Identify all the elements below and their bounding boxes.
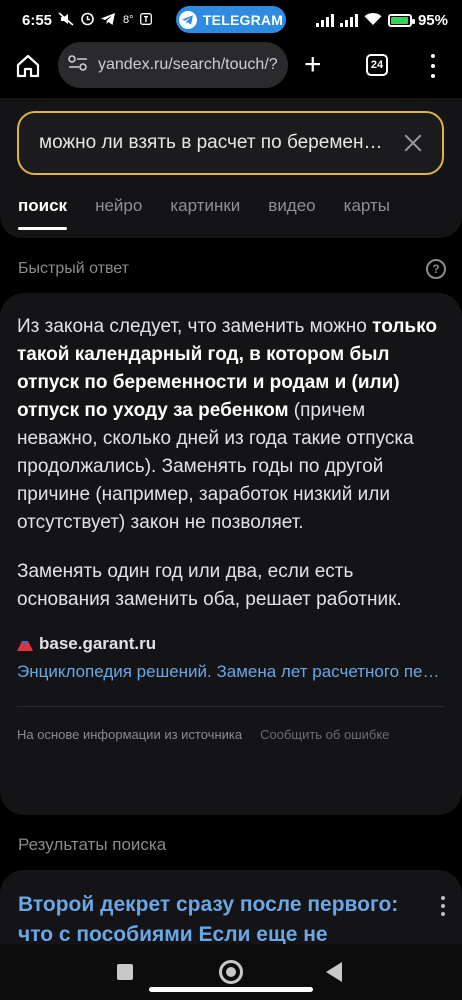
report-error-link[interactable]: Сообщить об ошибке <box>260 727 389 742</box>
site-settings-icon[interactable] <box>68 54 88 77</box>
search-header: можно ли взять в расчет по беременности … <box>0 98 462 238</box>
telegram-pill-label: TELEGRAM <box>202 11 284 28</box>
telegram-call-pill[interactable]: TELEGRAM <box>176 6 286 33</box>
divider <box>17 706 445 707</box>
quick-answer-card: Из закона следует, что заменить можно то… <box>0 293 462 815</box>
tab-video[interactable]: видео <box>268 196 315 230</box>
quick-answer-title: Быстрый ответ <box>18 260 129 277</box>
source-row[interactable]: base.garant.ru <box>17 634 444 654</box>
telegram-logo-icon <box>178 10 197 29</box>
status-bar: 6:55 8° TELEGRAM 95% <box>0 0 462 40</box>
browser-toolbar: yandex.ru/search/touch/? + 24 <box>0 40 462 92</box>
tab-neuro[interactable]: нейро <box>95 196 142 230</box>
new-tab-button[interactable]: + <box>304 50 322 80</box>
battery-percent: 95% <box>417 11 448 29</box>
source-link[interactable]: Энциклопедия решений. Замена лет расчетн… <box>17 662 445 682</box>
telegram-icon <box>101 12 116 28</box>
answer-paragraph-1: Из закона следует, что заменить можно то… <box>17 313 444 537</box>
gesture-pill[interactable] <box>149 987 313 992</box>
search-tabs: поиск нейро картинки видео карты <box>18 196 390 230</box>
results-heading: Результаты поиска <box>18 835 167 854</box>
search-input[interactable]: можно ли взять в расчет по беременности <box>17 111 444 175</box>
recents-button[interactable] <box>117 964 133 980</box>
source-domain[interactable]: base.garant.ru <box>39 634 156 654</box>
source-info-text: На основе информации из источника <box>17 727 243 742</box>
answer-paragraph-2: Заменять один год или два, если есть осн… <box>17 561 402 610</box>
signal-icon <box>315 13 334 27</box>
signal-icon-2 <box>339 13 358 27</box>
more-menu-icon[interactable] <box>428 54 438 78</box>
alarm-icon <box>80 11 95 29</box>
clear-icon[interactable] <box>402 132 424 154</box>
system-nav-bar <box>0 944 462 1000</box>
clock: 6:55 <box>22 11 53 29</box>
tab-images[interactable]: картинки <box>170 196 240 230</box>
answer-text-lead: Из закона следует, что заменить можно <box>17 316 373 337</box>
answer-footer: На основе информации из источника Сообщи… <box>17 727 444 742</box>
wifi-icon <box>364 12 382 29</box>
address-bar[interactable]: yandex.ru/search/touch/? <box>58 42 288 88</box>
notification-icon <box>139 12 152 28</box>
battery-icon <box>387 13 415 27</box>
result-title-link[interactable]: Второй декрет сразу после первого: что с… <box>18 890 422 950</box>
tab-switcher-button[interactable]: 24 <box>366 54 388 76</box>
quick-answer-header: Быстрый ответ ? <box>18 258 446 280</box>
weather-temp: 8° <box>123 14 134 26</box>
muted-icon <box>58 11 74 29</box>
tab-maps[interactable]: карты <box>344 196 390 230</box>
home-icon[interactable] <box>14 52 42 80</box>
tab-search[interactable]: поиск <box>18 196 68 230</box>
home-button[interactable] <box>219 960 243 984</box>
search-query-text: можно ли взять в расчет по беременности <box>39 132 384 153</box>
garant-logo-icon <box>17 638 33 651</box>
url-text: yandex.ru/search/touch/? <box>98 56 278 73</box>
back-button[interactable] <box>326 962 342 982</box>
result-more-icon[interactable] <box>440 896 446 916</box>
help-icon[interactable]: ? <box>426 259 446 279</box>
